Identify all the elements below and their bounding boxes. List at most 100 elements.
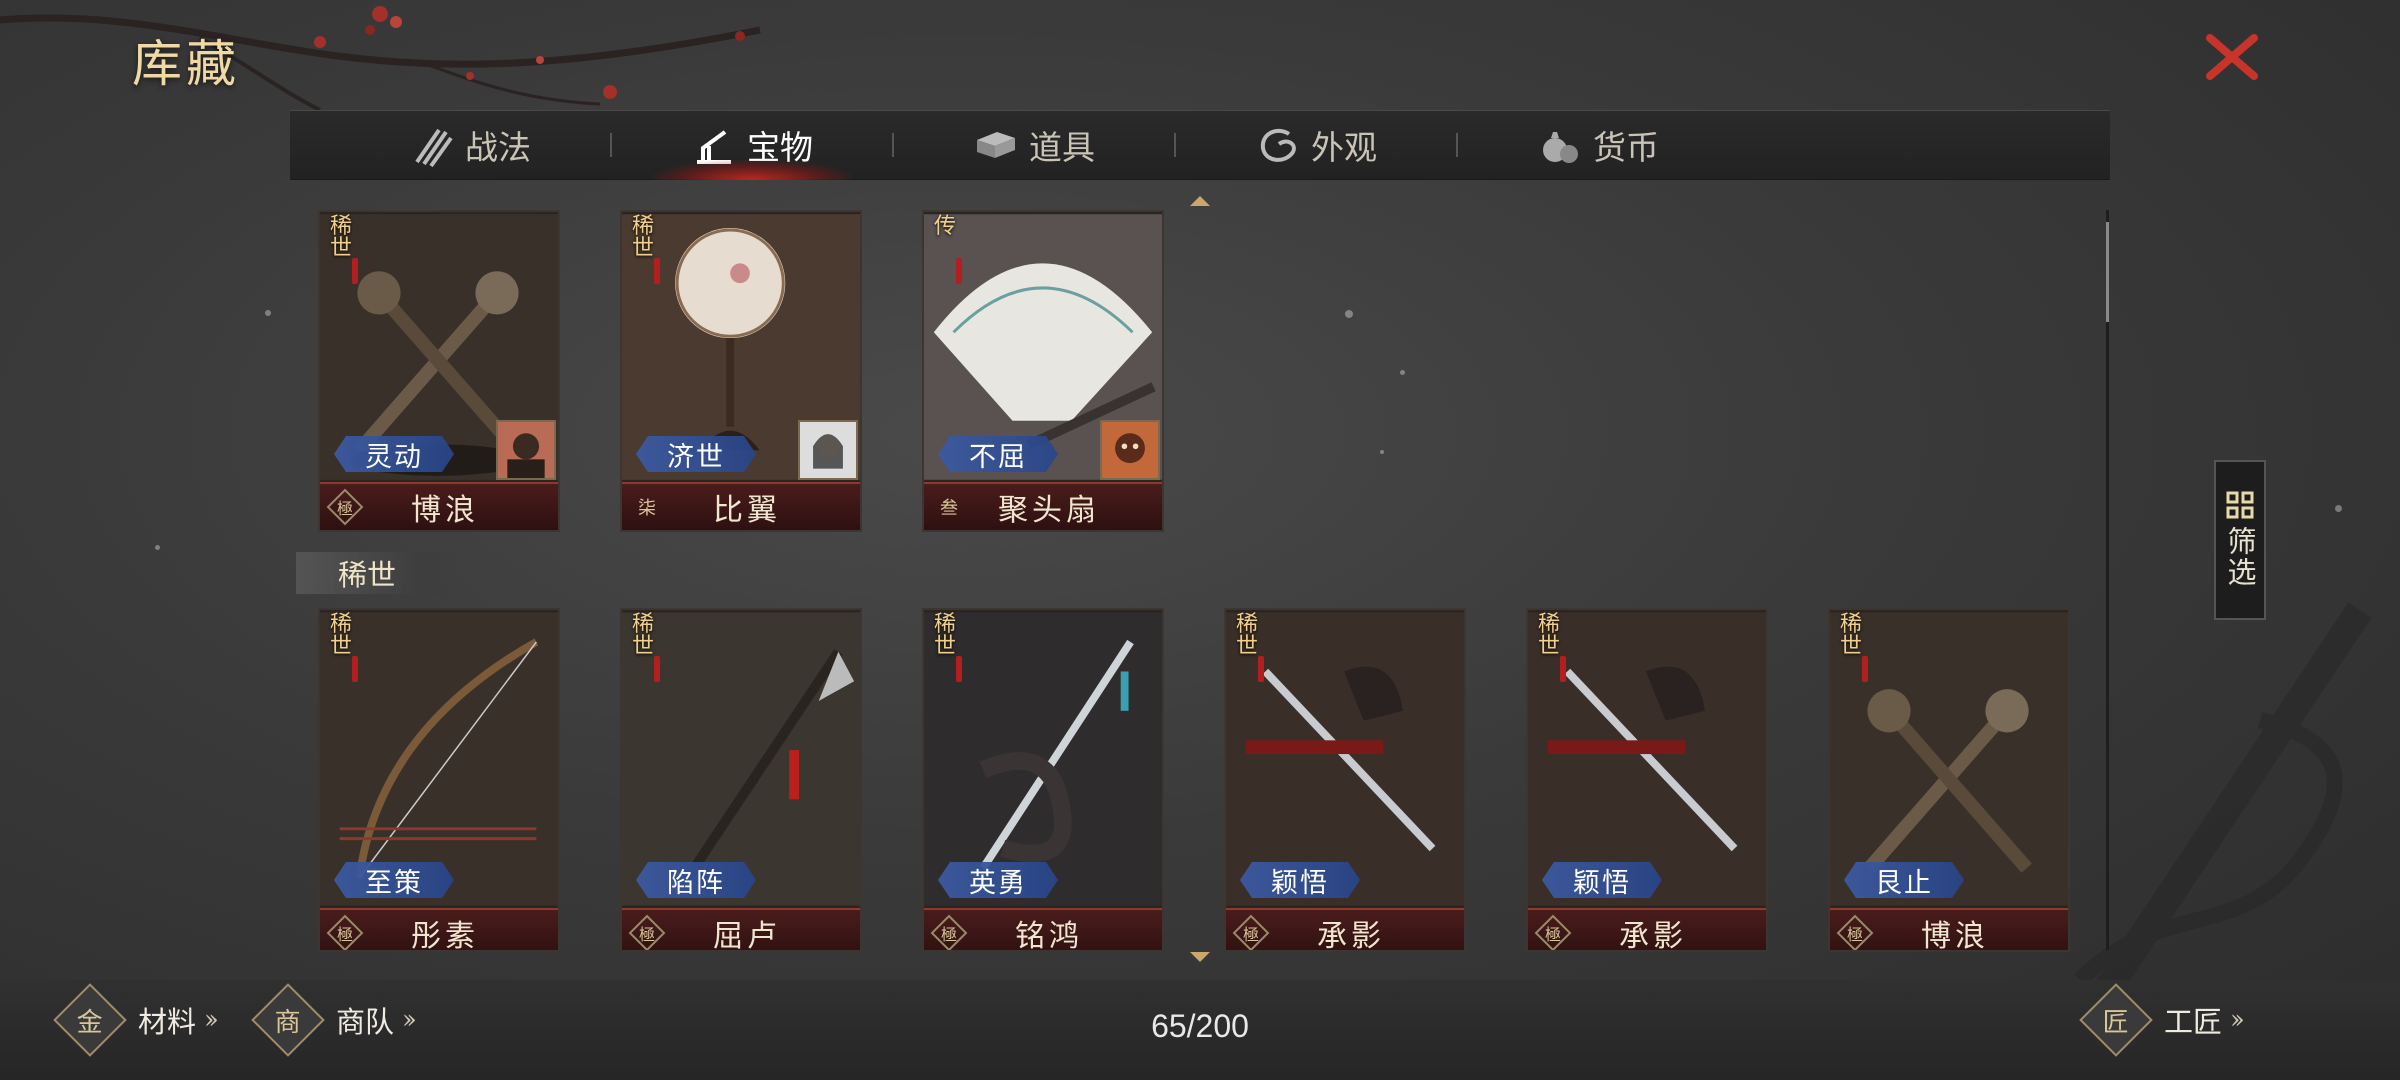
card-name-bar: 極 承影 — [1528, 908, 1766, 952]
rarity-badge: 传 — [926, 212, 978, 284]
tab-label: 外观 — [1311, 128, 1377, 167]
treasure-name: 屈卢 — [713, 919, 781, 952]
treasure-card[interactable]: 稀世 至策 極 彤素 — [318, 608, 560, 952]
card-name-bar: 極 博浪 — [1830, 908, 2068, 952]
dust-particle — [1380, 450, 1384, 454]
craftsman-button[interactable]: 匠 工匠 ›› — [2079, 983, 2245, 1057]
general-portrait — [496, 420, 556, 480]
rarity-badge: 稀世 — [926, 610, 978, 682]
treasure-name: 承影 — [1317, 919, 1385, 952]
card-name-bar: 極 屈卢 — [622, 908, 860, 952]
grade-icon: 極 — [1836, 914, 1874, 950]
general-portrait — [1100, 420, 1160, 480]
swirl-icon — [1260, 128, 1296, 162]
money-bag-icon — [1543, 132, 1578, 163]
caravan-button[interactable]: 商 商队 ›› — [251, 983, 417, 1057]
tab-label: 战法 — [465, 128, 531, 167]
tab-tactics[interactable]: 战法 — [330, 110, 610, 180]
treasure-art-feather-fan: 传 不屈 — [924, 212, 1162, 482]
section-header-rare: 稀世 — [296, 552, 472, 594]
card-name-bar: 極 彤素 — [320, 908, 558, 952]
skill-tag: 艮止 — [1844, 862, 1964, 898]
treasure-name: 彤素 — [411, 919, 479, 952]
rarity-badge: 稀世 — [322, 610, 374, 682]
chevron-right-icon: ›› — [2230, 1005, 2245, 1035]
list-scrollbar[interactable] — [2106, 210, 2109, 950]
card-name-bar: 叁 聚头扇 — [924, 482, 1162, 530]
treasure-name: 铭鸿 — [1015, 919, 1083, 952]
treasure-name: 比翼 — [713, 493, 781, 528]
rarity-badge: 稀世 — [624, 212, 676, 284]
box-icon — [977, 132, 1015, 158]
card-name-bar: 柒 比翼 — [622, 482, 860, 530]
tab-currency[interactable]: 货币 — [1458, 110, 1738, 180]
treasure-card[interactable]: 稀世 英勇 極 铭鸿 — [922, 608, 1164, 952]
general-portrait — [798, 420, 858, 480]
treasure-name: 承影 — [1619, 919, 1687, 952]
materials-label: 材料 — [138, 1005, 197, 1039]
scrollbar-thumb[interactable] — [2106, 222, 2109, 322]
treasure-art-maces: 稀世 艮止 — [1830, 610, 2068, 908]
skill-tag: 颖悟 — [1240, 862, 1360, 898]
treasure-card[interactable]: 稀世 灵动 極 博浪 — [318, 210, 560, 532]
filter-button[interactable]: 筛选 — [2214, 460, 2266, 620]
treasure-card[interactable]: 稀世 陷阵 極 屈卢 — [620, 608, 862, 952]
treasure-card[interactable]: 稀世 艮止 極 博浪 — [1828, 608, 2070, 952]
bamboo-scroll-icon — [415, 128, 453, 168]
treasure-art-sword-stand: 稀世 颖悟 — [1528, 610, 1766, 908]
card-name-bar: 極 博浪 — [320, 482, 558, 530]
rarity-badge: 稀世 — [1228, 610, 1280, 682]
grade-icon: 極 — [1232, 914, 1270, 950]
grid-icon — [2226, 491, 2254, 519]
dust-particle — [1400, 370, 1405, 375]
treasure-art-sword-stand: 稀世 颖悟 — [1226, 610, 1464, 908]
card-name-bar: 極 承影 — [1226, 908, 1464, 952]
dust-particle — [2335, 505, 2342, 512]
skill-tag: 英勇 — [938, 862, 1058, 898]
rarity-badge: 稀世 — [624, 610, 676, 682]
rarity-badge: 稀世 — [1530, 610, 1582, 682]
dust-particle — [155, 545, 160, 550]
page-title: 库藏 — [132, 35, 240, 93]
treasure-card[interactable]: 稀世 颖悟 極 承影 — [1526, 608, 1768, 952]
dust-particle — [1345, 310, 1353, 318]
treasure-name: 聚头扇 — [998, 493, 1100, 528]
treasure-name: 博浪 — [411, 493, 479, 528]
filter-label: 筛选 — [2223, 526, 2257, 588]
scroll-down-arrow[interactable] — [1188, 950, 1212, 964]
skill-tag: 不屈 — [938, 436, 1058, 472]
tab-treasures[interactable]: 宝物 — [612, 110, 892, 180]
treasure-art-bow: 稀世 至策 — [320, 610, 558, 908]
craftsman-icon: 匠 — [2079, 983, 2153, 1057]
treasure-card[interactable]: 稀世 济世 柒 比翼 — [620, 210, 862, 532]
treasure-card[interactable]: 稀世 颖悟 極 承影 — [1224, 608, 1466, 952]
grade-icon: 柒 — [638, 498, 656, 519]
capacity-counter: 65/200 — [1151, 1008, 1249, 1044]
skill-tag: 至策 — [334, 862, 454, 898]
tab-appearance[interactable]: 外观 — [1176, 110, 1456, 180]
materials-button[interactable]: 金 材料 ›› — [53, 983, 219, 1057]
grade-icon: 叁 — [940, 498, 958, 519]
dust-particle — [265, 310, 271, 316]
treasure-stand-icon — [697, 130, 731, 164]
tab-items[interactable]: 道具 — [894, 110, 1174, 180]
skill-tag: 陷阵 — [636, 862, 756, 898]
chevron-right-icon: ›› — [204, 1005, 219, 1035]
chevron-right-icon: ›› — [402, 1005, 417, 1035]
skill-tag: 颖悟 — [1542, 862, 1662, 898]
scroll-up-arrow[interactable] — [1188, 194, 1212, 208]
caravan-label: 商队 — [336, 1005, 395, 1039]
rarity-badge: 稀世 — [322, 212, 374, 284]
dragon-sword-decoration — [2074, 602, 2372, 1008]
rarity-badge: 稀世 — [1832, 610, 1884, 682]
grade-icon: 極 — [930, 914, 968, 950]
materials-icon: 金 — [53, 983, 127, 1057]
treasure-art-round-fan: 稀世 济世 — [622, 212, 860, 482]
craftsman-label: 工匠 — [2164, 1005, 2223, 1039]
treasure-name: 博浪 — [1921, 919, 1989, 952]
grade-icon: 極 — [326, 488, 364, 526]
close-button[interactable] — [2200, 30, 2264, 84]
caravan-icon: 商 — [251, 983, 325, 1057]
tab-label: 货币 — [1593, 128, 1659, 167]
treasure-card[interactable]: 传 不屈 叁 聚头扇 — [922, 210, 1164, 532]
